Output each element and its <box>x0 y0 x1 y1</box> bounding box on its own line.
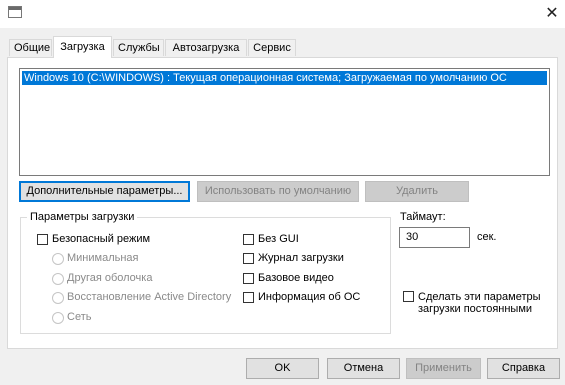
timeout-label: Таймаут: <box>400 211 446 223</box>
title-bar <box>0 0 565 28</box>
base-video-checkbox[interactable] <box>243 273 254 284</box>
advanced-options-button[interactable]: Дополнительные параметры... <box>19 181 190 202</box>
os-boot-info-checkbox[interactable] <box>243 292 254 303</box>
os-list-item-selected[interactable]: Windows 10 (C:\WINDOWS) : Текущая операц… <box>22 71 547 85</box>
base-video-label[interactable]: Базовое видео <box>258 272 334 285</box>
tab-general[interactable]: Общие <box>9 39 52 56</box>
make-permanent-checkbox[interactable] <box>403 291 414 302</box>
safe-boot-checkbox[interactable] <box>37 234 48 245</box>
make-permanent-label-line2[interactable]: загрузки постоянными <box>418 303 532 316</box>
timeout-unit-label: сек. <box>477 231 497 243</box>
delete-button[interactable]: Удалить <box>365 181 469 202</box>
boot-log-label[interactable]: Журнал загрузки <box>258 252 344 265</box>
ok-button[interactable]: OK <box>246 358 319 379</box>
tab-tools[interactable]: Сервис <box>248 39 296 56</box>
os-list[interactable]: Windows 10 (C:\WINDOWS) : Текущая операц… <box>19 68 550 176</box>
radio-minimal-label: Минимальная <box>67 252 139 264</box>
radio-network-label: Сеть <box>67 311 92 323</box>
timeout-input[interactable]: 30 <box>399 227 470 248</box>
close-icon[interactable]: ✕ <box>540 2 564 26</box>
os-boot-info-label[interactable]: Информация об ОС <box>258 291 360 304</box>
help-button[interactable]: Справка <box>487 358 560 379</box>
tab-boot[interactable]: Загрузка <box>53 36 112 58</box>
radio-minimal[interactable] <box>52 253 64 265</box>
app-window-icon <box>8 6 22 18</box>
radio-ad-repair[interactable] <box>52 292 64 304</box>
cancel-button[interactable]: Отмена <box>327 358 400 379</box>
tab-startup[interactable]: Автозагрузка <box>165 39 247 56</box>
no-gui-label[interactable]: Без GUI <box>258 233 299 246</box>
apply-button[interactable]: Применить <box>406 358 481 379</box>
safe-boot-label[interactable]: Безопасный режим <box>52 233 150 246</box>
set-default-button[interactable]: Использовать по умолчанию <box>197 181 359 202</box>
boot-options-title: Параметры загрузки <box>27 211 138 223</box>
radio-network[interactable] <box>52 312 64 324</box>
radio-alternate-shell-label: Другая оболочка <box>67 272 153 284</box>
tab-services[interactable]: Службы <box>113 39 164 56</box>
boot-log-checkbox[interactable] <box>243 253 254 264</box>
no-gui-checkbox[interactable] <box>243 234 254 245</box>
radio-alternate-shell[interactable] <box>52 273 64 285</box>
radio-ad-repair-label: Восстановление Active Directory <box>67 291 232 303</box>
